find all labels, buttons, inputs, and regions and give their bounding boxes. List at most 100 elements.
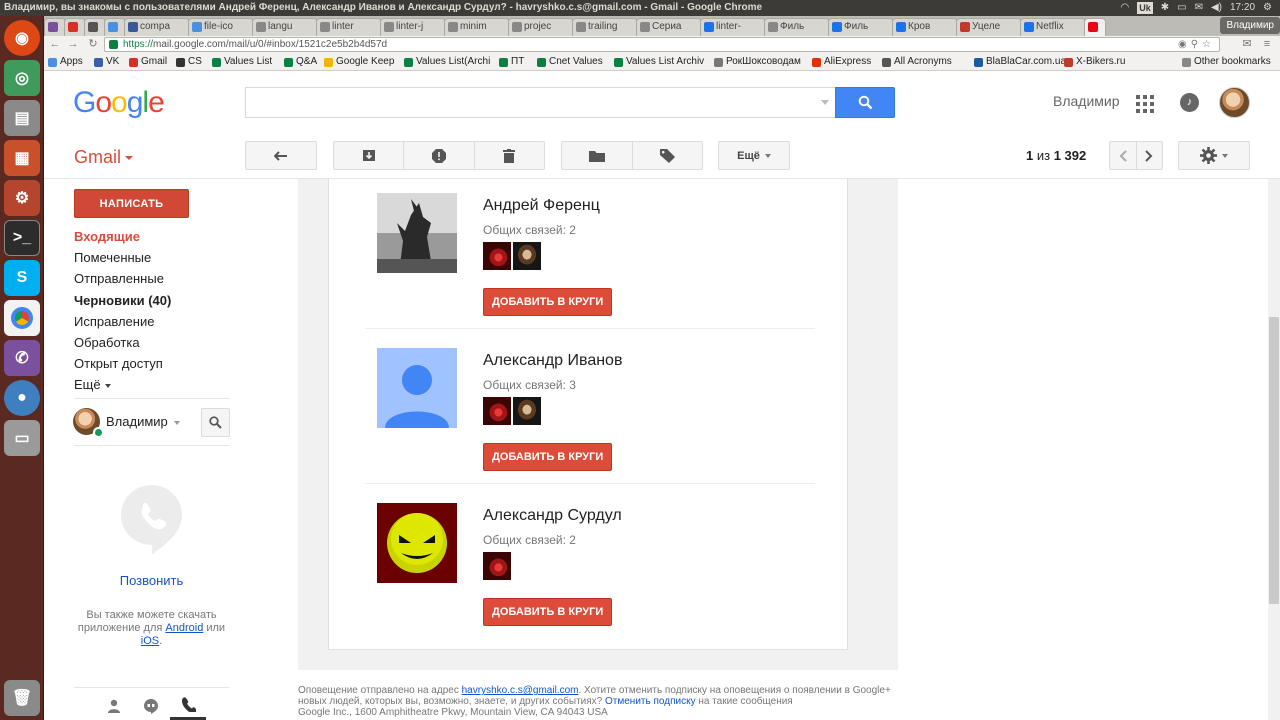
drive-icon[interactable]: ▭ xyxy=(4,420,40,456)
browser-tab[interactable]: minim xyxy=(444,18,510,36)
terminal-icon[interactable]: >_ xyxy=(4,220,40,256)
keyboard-layout[interactable]: Uk xyxy=(1137,2,1153,14)
account-name[interactable]: Владимир xyxy=(1053,93,1120,109)
browser-tab-pinned[interactable] xyxy=(64,18,86,36)
extension-mail-icon[interactable]: ✉ xyxy=(1240,37,1254,51)
browser-tab-pinned[interactable] xyxy=(44,18,66,36)
other-bookmarks[interactable]: Other bookmarks xyxy=(1182,53,1271,70)
app-icon-green[interactable]: ◎ xyxy=(4,60,40,96)
person-name[interactable]: Александр Сурдул xyxy=(483,507,622,525)
battery-icon[interactable]: ▭ xyxy=(1177,0,1186,16)
account-avatar[interactable] xyxy=(1219,87,1250,118)
bookmark-star-icon[interactable]: ☆ xyxy=(1202,39,1215,50)
search-options-caret-icon[interactable] xyxy=(821,100,829,105)
sidebar-item-fix[interactable]: Исправление xyxy=(74,311,229,332)
compose-button[interactable]: НАПИСАТЬ xyxy=(74,189,189,218)
bookmark-item[interactable]: Gmail xyxy=(129,53,167,70)
forward-icon[interactable]: → xyxy=(66,37,80,51)
chrome-menu-icon[interactable]: ≡ xyxy=(1260,37,1274,51)
browser-tab-pinned[interactable] xyxy=(104,18,126,36)
sidebar-item-shared[interactable]: Открыт доступ xyxy=(74,353,229,374)
reload-icon[interactable]: ↻ xyxy=(86,37,100,51)
settings-button[interactable] xyxy=(1178,141,1250,170)
profile-photo-wolf[interactable] xyxy=(377,193,457,273)
apps-grid-icon[interactable] xyxy=(1136,95,1154,113)
sidebar-item-drafts[interactable]: Черновики (40) xyxy=(74,290,229,311)
mutual-avatar[interactable] xyxy=(513,397,541,425)
report-spam-button[interactable] xyxy=(404,142,475,169)
add-to-circles-button[interactable]: ДОБАВИТЬ В КРУГИ xyxy=(483,598,613,626)
hangouts-status-menu[interactable]: Владимир xyxy=(106,414,180,429)
scrollbar-thumb[interactable] xyxy=(1269,317,1279,604)
profile-photo-smiley[interactable] xyxy=(377,503,457,583)
newer-button[interactable] xyxy=(1110,142,1137,169)
back-icon[interactable]: ← xyxy=(48,37,62,51)
bookmark-item[interactable]: Apps xyxy=(48,53,83,70)
browser-tab-pinned[interactable] xyxy=(1084,18,1106,36)
trash-icon[interactable]: 🗑 xyxy=(4,680,40,716)
browser-tab[interactable]: Кров xyxy=(892,18,958,36)
browser-tab[interactable]: Уцеле xyxy=(956,18,1022,36)
browser-tab[interactable]: projec xyxy=(508,18,574,36)
wifi-icon[interactable]: ◠ xyxy=(1120,0,1129,16)
page-scrollbar[interactable] xyxy=(1268,179,1280,720)
bookmark-item[interactable]: ПТ xyxy=(499,53,524,70)
labels-button[interactable] xyxy=(633,142,703,169)
mail-indicator-icon[interactable]: ✉ xyxy=(1195,0,1203,16)
add-to-circles-button[interactable]: ДОБАВИТЬ В КРУГИ xyxy=(483,288,613,316)
google-logo[interactable]: Google xyxy=(73,86,165,120)
browser-tab[interactable]: linter-j xyxy=(380,18,446,36)
browser-tab[interactable]: compa xyxy=(124,18,190,36)
presentation-icon[interactable]: ▦ xyxy=(4,140,40,176)
bookmark-item[interactable]: Values List xyxy=(212,53,272,70)
bookmark-item[interactable]: AliExpress xyxy=(812,53,871,70)
browser-tab[interactable]: Netflix xyxy=(1020,18,1086,36)
bluetooth-icon[interactable]: ✱ xyxy=(1161,0,1169,16)
contacts-tab[interactable] xyxy=(96,692,132,720)
browser-tab[interactable]: langu xyxy=(252,18,318,36)
bookmark-item[interactable]: Cnet Values xyxy=(537,53,603,70)
default-avatar-icon[interactable] xyxy=(377,348,457,428)
bookmark-item[interactable]: Q&A xyxy=(284,53,317,70)
gmail-menu[interactable]: Gmail xyxy=(74,147,134,168)
zoom-icon[interactable]: ⚲ xyxy=(1191,39,1202,50)
droplet-icon[interactable]: ● xyxy=(4,380,40,416)
bookmark-item[interactable]: Google Keep xyxy=(324,53,394,70)
address-bar[interactable]: https://mail.google.com/mail/u/0/#inbox/… xyxy=(104,37,1220,52)
browser-tab[interactable]: Сериа xyxy=(636,18,702,36)
person-name[interactable]: Александр Иванов xyxy=(483,352,622,370)
notifications-bell-icon[interactable]: ♪ xyxy=(1180,93,1199,112)
hangouts-search-button[interactable] xyxy=(201,408,230,437)
chrome-icon[interactable] xyxy=(4,300,40,336)
bookmark-item[interactable]: VK xyxy=(94,53,119,70)
sidebar-item-starred[interactable]: Помеченные xyxy=(74,247,229,268)
bookmark-item[interactable]: BlaBlaCar.com.ua xyxy=(974,53,1066,70)
ubuntu-dash-icon[interactable]: ◉ xyxy=(4,20,40,56)
browser-tab[interactable]: Филь xyxy=(764,18,830,36)
android-link[interactable]: Android xyxy=(165,622,203,634)
settings-icon[interactable]: ⚙ xyxy=(4,180,40,216)
recipient-email-link[interactable]: havryshko.c.s@gmail.com xyxy=(462,685,579,696)
power-icon[interactable]: ⚙ xyxy=(1263,0,1272,16)
search-input[interactable] xyxy=(245,87,836,118)
search-button[interactable] xyxy=(835,87,895,118)
browser-tab[interactable]: Филь xyxy=(828,18,894,36)
browser-tab[interactable]: linter xyxy=(316,18,382,36)
person-name[interactable]: Андрей Ференц xyxy=(483,197,600,215)
bookmark-item[interactable]: Values List Archiv xyxy=(614,53,704,70)
browser-tab-pinned[interactable] xyxy=(84,18,106,36)
more-actions-button[interactable]: Ещё xyxy=(718,141,790,170)
phone-tab[interactable] xyxy=(170,692,206,720)
add-to-circles-button[interactable]: ДОБАВИТЬ В КРУГИ xyxy=(483,443,613,471)
move-to-button[interactable] xyxy=(562,142,633,169)
clock[interactable]: 17:20 xyxy=(1230,0,1255,16)
sidebar-item-more[interactable]: Ещё xyxy=(74,374,229,395)
archive-button[interactable] xyxy=(334,142,405,169)
delete-button[interactable] xyxy=(475,142,544,169)
files-icon[interactable]: ▤ xyxy=(4,100,40,136)
browser-tab[interactable]: linter- xyxy=(700,18,766,36)
browser-tab[interactable]: trailing xyxy=(572,18,638,36)
mutual-avatar[interactable] xyxy=(513,242,541,270)
bookmark-item[interactable]: All Acronyms xyxy=(882,53,952,70)
bookmark-item[interactable]: X-Bikers.ru xyxy=(1064,53,1125,70)
